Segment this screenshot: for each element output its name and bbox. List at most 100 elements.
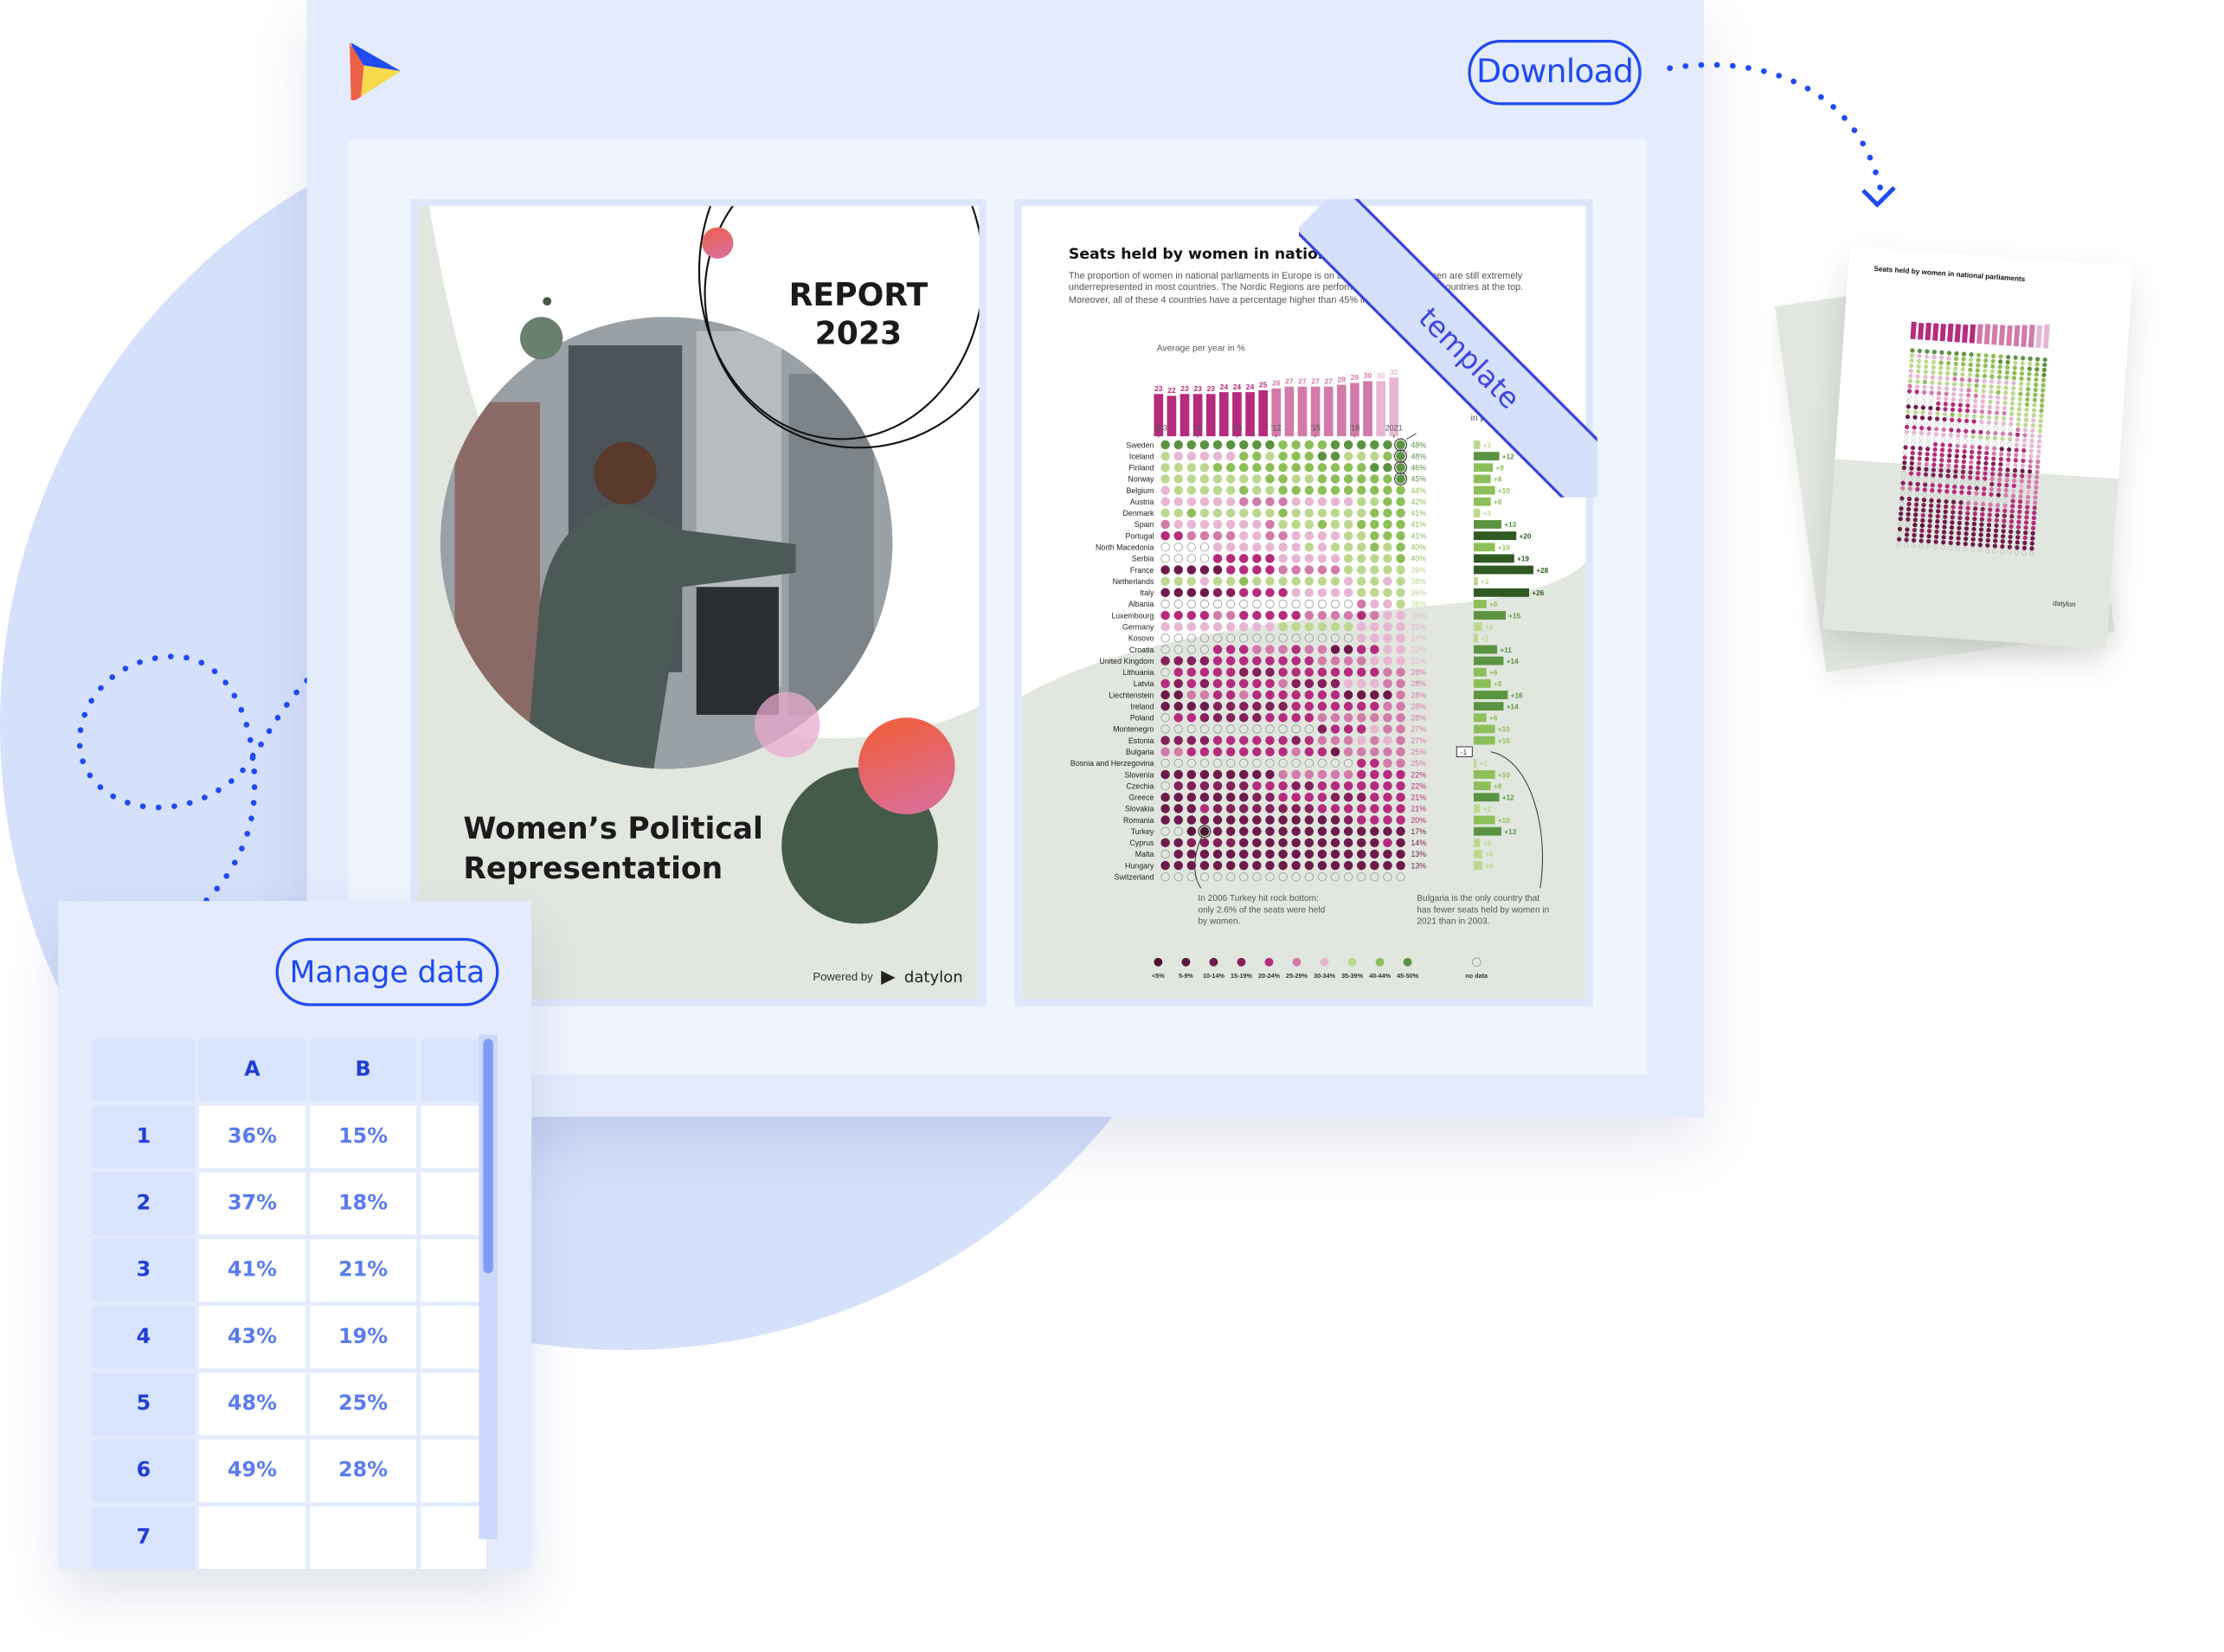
grid-cell-a[interactable]: 48% <box>198 1372 306 1436</box>
heat-dot <box>1252 747 1262 756</box>
mini-dot <box>1905 527 1910 532</box>
grid-scrollbar[interactable] <box>479 1034 498 1540</box>
grid-cell-c[interactable] <box>421 1238 486 1302</box>
heat-dot <box>1252 815 1262 825</box>
heat-dot <box>1383 826 1392 836</box>
heat-dot <box>1278 747 1288 756</box>
mini-dot <box>2026 484 2031 490</box>
mini-dot <box>1922 379 1928 385</box>
year-tick-label: '12 <box>1271 424 1282 433</box>
mini-dot <box>2015 545 2020 550</box>
value-2021-label: 41% <box>1411 520 1426 529</box>
mini-dot-nodata <box>1929 492 1934 498</box>
legend-dot <box>1403 957 1412 967</box>
grid-cell-c[interactable] <box>421 1105 486 1168</box>
download-button[interactable]: Download <box>1468 39 1642 106</box>
mini-dot <box>1906 511 1911 517</box>
grid-cell-b[interactable]: 15% <box>309 1105 417 1168</box>
diff-label: +10 <box>1498 771 1510 779</box>
grid-cell-a[interactable]: 49% <box>198 1439 306 1502</box>
mini-dot <box>1980 501 1986 507</box>
mini-dot <box>1989 492 1994 497</box>
heat-dot <box>1265 451 1275 461</box>
grid-cell-c[interactable] <box>421 1172 486 1236</box>
heat-dot <box>1370 576 1379 586</box>
row-header[interactable]: 3 <box>92 1238 195 1302</box>
mini-dot-nodata <box>1919 435 1924 440</box>
heat-dot-nodata <box>1291 724 1301 734</box>
manage-data-button[interactable]: Manage data <box>275 937 499 1006</box>
legend-dot <box>1209 957 1218 967</box>
heat-dot <box>1265 554 1275 563</box>
row-header[interactable]: 2 <box>92 1172 195 1236</box>
grid-cell-b[interactable]: 25% <box>309 1372 417 1436</box>
heat-dot <box>1396 678 1405 689</box>
mini-dot <box>1944 489 1950 494</box>
heat-dot <box>1330 815 1340 825</box>
row-header[interactable]: 1 <box>92 1105 195 1168</box>
grid-cell-a[interactable]: 41% <box>198 1238 306 1302</box>
grid-cell-b[interactable]: 19% <box>309 1306 417 1369</box>
column-header-b[interactable]: B <box>309 1038 417 1102</box>
grid-scroll-thumb[interactable] <box>483 1038 493 1274</box>
mini-dot <box>1989 379 1995 384</box>
mini-dot <box>1925 456 1930 462</box>
mini-dot <box>1915 379 1920 384</box>
heat-dot <box>1317 667 1327 678</box>
grid-cell-c[interactable] <box>421 1306 486 1369</box>
heat-dot <box>1304 690 1314 700</box>
chart-page[interactable]: Seats held by women in national pa The p… <box>1014 198 1593 1006</box>
diff-bar <box>1473 485 1495 495</box>
mini-dot <box>2012 468 2018 473</box>
mini-dot <box>1932 355 1937 360</box>
mini-dot <box>1994 523 1999 528</box>
mini-dot <box>2001 529 2006 534</box>
diff-label: +2 <box>1481 635 1489 643</box>
grid-cell-a[interactable]: 43% <box>198 1306 306 1369</box>
mini-dot <box>2018 489 2024 494</box>
year-tick-label: 2003 <box>1154 424 1167 433</box>
country-label: Bosnia and Herzegovina <box>1070 759 1154 768</box>
heat-dot <box>1370 474 1379 484</box>
mini-dot <box>1985 430 1990 435</box>
grid-cell-b[interactable]: 28% <box>309 1439 417 1502</box>
heat-dot <box>1343 621 1353 632</box>
grid-cell-c[interactable] <box>421 1506 486 1569</box>
mini-dot <box>1929 385 1935 390</box>
column-header-c[interactable] <box>421 1038 486 1102</box>
data-grid[interactable]: A B 1 36% 15% 2 37% 18% 3 41% 21% 4 43% 19% 5 48% 25% 6… <box>88 1035 491 1573</box>
column-header-a[interactable]: A <box>198 1038 306 1102</box>
mini-dot <box>2013 355 2018 360</box>
grid-cell-b[interactable] <box>309 1506 417 1569</box>
row-header[interactable]: 4 <box>92 1306 195 1369</box>
grid-cell-a[interactable] <box>198 1506 306 1569</box>
grid-cell-b[interactable]: 18% <box>309 1172 417 1236</box>
grid-cell-a[interactable]: 36% <box>198 1105 306 1168</box>
diff-bar <box>1473 554 1514 563</box>
grid-cell-a[interactable]: 37% <box>198 1172 306 1236</box>
heat-dot <box>1383 724 1392 734</box>
heat-dot <box>1199 463 1210 472</box>
heat-dot <box>1343 826 1353 836</box>
grid-cell-b[interactable]: 21% <box>309 1238 417 1302</box>
heat-dot <box>1238 736 1249 745</box>
mini-dot <box>1970 537 1976 542</box>
report-cover-page[interactable]: REPORT 2023 Women’s Political Representa… <box>410 198 987 1006</box>
heat-dot <box>1370 815 1379 825</box>
diff-label: +3 <box>1483 441 1492 449</box>
row-header[interactable]: 6 <box>92 1439 195 1502</box>
heat-dot-nodata <box>1186 645 1196 654</box>
grid-cell-c[interactable] <box>421 1372 486 1436</box>
row-header[interactable]: 7 <box>92 1506 195 1569</box>
grid-cell-c[interactable] <box>421 1439 486 1502</box>
heat-dot <box>1265 838 1275 848</box>
mini-dot <box>2008 539 2013 544</box>
row-header[interactable]: 5 <box>92 1372 195 1436</box>
heat-dot-nodata <box>1225 599 1236 609</box>
mini-dot-nodata <box>1898 521 1903 527</box>
mini-dot <box>1927 410 1933 416</box>
mini-dot <box>1951 402 1956 408</box>
mini-dot <box>1933 432 1938 437</box>
heat-dot <box>1199 497 1210 506</box>
diff-label: +2 <box>1481 578 1489 586</box>
